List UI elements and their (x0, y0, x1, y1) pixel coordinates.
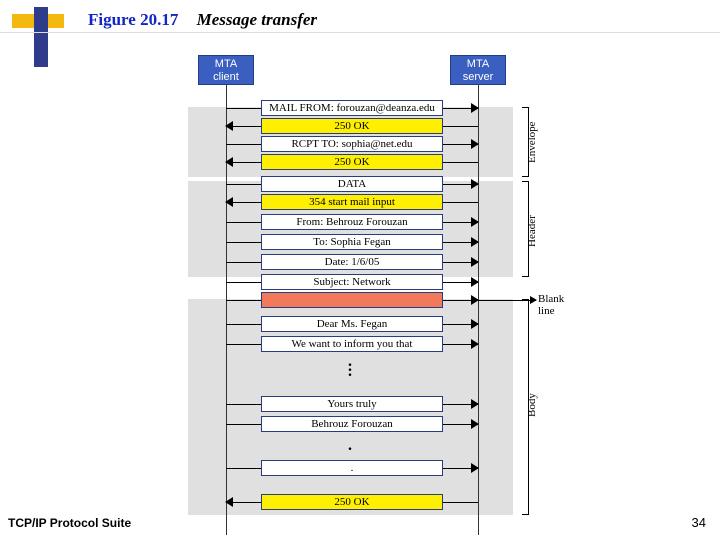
msg-rcpt-to: RCPT TO: sophia@net.edu (226, 135, 478, 153)
chip-data: DATA (261, 176, 443, 192)
chip-mail-from: MAIL FROM: forouzan@deanza.edu (261, 100, 443, 116)
msg-250-ok-2: 250 OK (226, 153, 478, 171)
slide-title: Figure 20.17 Message transfer (88, 10, 317, 30)
msg-blank-line (226, 291, 478, 309)
chip-blank-line (261, 292, 443, 308)
figure-number: Figure 20.17 (88, 10, 178, 29)
blank-line-label: Blank line (538, 293, 564, 317)
chip-from: From: Behrouz Forouzan (261, 214, 443, 230)
chip-signature: Behrouz Forouzan (261, 416, 443, 432)
figure-caption: Message transfer (197, 10, 317, 29)
msg-mail-from: MAIL FROM: forouzan@deanza.edu (226, 99, 478, 117)
chip-date: Date: 1/6/05 (261, 254, 443, 270)
msg-dear: Dear Ms. Fegan (226, 315, 478, 333)
chip-inform: We want to inform you that (261, 336, 443, 352)
label-body: Body (526, 401, 538, 417)
msg-date: Date: 1/6/05 (226, 253, 478, 271)
msg-inform: We want to inform you that (226, 335, 478, 353)
chip-dear: Dear Ms. Fegan (261, 316, 443, 332)
decoration-bar-v (34, 7, 48, 67)
chip-to: To: Sophia Fegan (261, 234, 443, 250)
msg-subject: Subject: Network (226, 273, 478, 291)
mta-client-box: MTAclient (198, 55, 254, 85)
msg-250-ok-3: 250 OK (226, 493, 478, 511)
mta-client-label: MTAclient (213, 58, 239, 83)
chip-yours: Yours truly (261, 396, 443, 412)
chip-dot: . (261, 460, 443, 476)
page-number: 34 (692, 515, 706, 530)
chip-subject: Subject: Network (261, 274, 443, 290)
msg-354: 354 start mail input (226, 193, 478, 211)
chip-250-ok-1: 250 OK (261, 118, 443, 134)
chip-250-ok-2: 250 OK (261, 154, 443, 170)
msg-dot: . (226, 459, 478, 477)
msg-signature: Behrouz Forouzan (226, 415, 478, 433)
msg-yours: Yours truly (226, 395, 478, 413)
label-header: Header (526, 231, 538, 247)
dot-icon: . (348, 437, 352, 455)
ellipsis-icon: ... (348, 359, 352, 374)
chip-rcpt-to: RCPT TO: sophia@net.edu (261, 136, 443, 152)
msg-250-ok-1: 250 OK (226, 117, 478, 135)
mta-server-box: MTAserver (450, 55, 506, 85)
chip-250-ok-3: 250 OK (261, 494, 443, 510)
mta-server-label: MTAserver (463, 58, 494, 83)
msg-to: To: Sophia Fegan (226, 233, 478, 251)
blank-line-arrow (478, 300, 536, 301)
footer-text: TCP/IP Protocol Suite (8, 516, 131, 530)
title-rule (0, 32, 720, 33)
msg-from: From: Behrouz Forouzan (226, 213, 478, 231)
chip-354: 354 start mail input (261, 194, 443, 210)
diagram: MTAclient MTAserver Envelope Header Body… (180, 55, 560, 535)
label-envelope: Envelope (526, 147, 538, 163)
msg-data: DATA (226, 175, 478, 193)
